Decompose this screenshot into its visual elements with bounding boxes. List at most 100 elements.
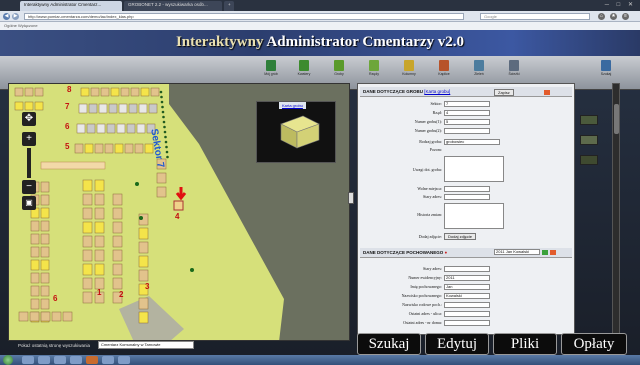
cemetery-map[interactable]: ✥ + − ▣ Sektor 7 876543216 Karta grobu bbox=[8, 83, 350, 341]
grave-plot[interactable] bbox=[94, 221, 105, 234]
new-tab-button[interactable]: + bbox=[224, 1, 234, 11]
tool-7[interactable]: Ścieżki bbox=[503, 60, 525, 76]
grave-plot[interactable] bbox=[78, 103, 88, 114]
grave-plot[interactable] bbox=[130, 87, 140, 97]
grave-plot[interactable] bbox=[96, 123, 106, 134]
browser-tab[interactable]: GROBONET 2.2 - wyszukiwarka osób... bbox=[124, 1, 222, 11]
layers-icon[interactable]: ▣ bbox=[22, 196, 36, 210]
person-field-input[interactable] bbox=[444, 302, 490, 308]
grave-plot[interactable] bbox=[14, 101, 24, 111]
grave-plot[interactable] bbox=[34, 87, 44, 97]
zoom-out-button[interactable]: − bbox=[22, 180, 36, 194]
taskbar-app[interactable] bbox=[70, 356, 82, 364]
grave-plot[interactable] bbox=[88, 103, 98, 114]
grave-plot[interactable] bbox=[126, 123, 136, 134]
action-button-pliki[interactable]: Pliki bbox=[493, 333, 557, 355]
grave-plot[interactable] bbox=[30, 233, 40, 245]
grave-plot[interactable] bbox=[94, 249, 105, 262]
grave-plot[interactable] bbox=[150, 87, 160, 97]
grave-plot[interactable] bbox=[40, 272, 50, 284]
grave-plot[interactable] bbox=[82, 193, 93, 206]
grave-plot[interactable] bbox=[40, 259, 50, 271]
taskbar-app[interactable] bbox=[38, 356, 50, 364]
zoom-in-button[interactable]: + bbox=[22, 132, 36, 146]
window-controls[interactable]: ─ □ ✕ bbox=[605, 1, 636, 8]
grave-plot[interactable] bbox=[82, 235, 93, 248]
grave-card-tab[interactable]: Karta grobu bbox=[279, 102, 306, 109]
person-field-input[interactable]: 2011 bbox=[444, 275, 490, 281]
add-person-icon[interactable] bbox=[542, 250, 548, 255]
grave-plot[interactable] bbox=[40, 298, 50, 310]
grave-plot[interactable] bbox=[156, 186, 167, 198]
free-places-input[interactable] bbox=[444, 186, 490, 192]
taskbar-app[interactable] bbox=[54, 356, 66, 364]
tool-1[interactable]: Kwatery bbox=[293, 60, 315, 76]
grave-plot[interactable] bbox=[106, 123, 116, 134]
grave-plot[interactable] bbox=[116, 123, 126, 134]
grave-plot[interactable] bbox=[98, 103, 108, 114]
tool-8[interactable]: Szukaj bbox=[595, 60, 617, 76]
grave-plot[interactable] bbox=[112, 193, 123, 206]
grave-plot[interactable] bbox=[24, 87, 34, 97]
grave-plot[interactable] bbox=[94, 263, 105, 276]
person-field-input[interactable] bbox=[444, 320, 490, 326]
zoom-slider[interactable] bbox=[27, 148, 31, 178]
pan-control-icon[interactable]: ✥ bbox=[22, 112, 36, 126]
grave-plot[interactable] bbox=[86, 123, 96, 134]
grave-plot[interactable] bbox=[40, 194, 50, 206]
grave-plot[interactable] bbox=[24, 101, 34, 111]
action-button-szukaj[interactable]: Szukaj bbox=[357, 333, 421, 355]
photo-thumbnail[interactable] bbox=[580, 135, 598, 145]
grave-plot[interactable] bbox=[138, 255, 149, 268]
grave-plot[interactable] bbox=[82, 179, 93, 192]
person-field-input[interactable]: Kowalski bbox=[444, 293, 490, 299]
remove-person-icon[interactable] bbox=[550, 250, 556, 255]
grave-plot[interactable] bbox=[136, 123, 146, 134]
grave-plot[interactable] bbox=[94, 207, 105, 220]
grave-type-select[interactable]: grobowiec bbox=[444, 139, 500, 145]
photo-thumbnail[interactable] bbox=[580, 155, 598, 165]
grave-plot[interactable] bbox=[112, 263, 123, 276]
grave-field-input[interactable] bbox=[444, 128, 490, 134]
grave-plot[interactable] bbox=[134, 143, 144, 154]
grave-plot[interactable] bbox=[18, 311, 29, 322]
grave-plot[interactable] bbox=[40, 207, 50, 219]
grave-plot[interactable] bbox=[30, 259, 40, 271]
add-photo-button[interactable]: Dodaj zdjęcie bbox=[444, 233, 477, 240]
grave-plot[interactable] bbox=[128, 103, 138, 114]
grave-plot[interactable] bbox=[51, 311, 62, 322]
grave-plot[interactable] bbox=[140, 87, 150, 97]
grave-plot[interactable] bbox=[40, 285, 50, 297]
grave-plot[interactable] bbox=[118, 103, 128, 114]
grave-plot[interactable] bbox=[82, 291, 93, 304]
home-icon[interactable]: ⌂ bbox=[598, 13, 605, 20]
grave-plot[interactable] bbox=[138, 311, 149, 324]
scrollbar-thumb[interactable] bbox=[614, 104, 619, 134]
grave-plot[interactable] bbox=[80, 87, 90, 97]
grave-plot[interactable] bbox=[30, 220, 40, 232]
grave-plot[interactable] bbox=[108, 103, 118, 114]
grave-plot[interactable] bbox=[94, 143, 104, 154]
history-textarea[interactable] bbox=[444, 203, 504, 229]
action-button-opłaty[interactable]: Opłaty bbox=[561, 333, 627, 355]
grave-field-input[interactable]: 4 bbox=[444, 110, 490, 116]
grave-plot[interactable] bbox=[138, 241, 149, 254]
grave-plot[interactable] bbox=[29, 311, 40, 322]
taskbar-app[interactable] bbox=[118, 356, 130, 364]
browser-tab-active[interactable]: Interaktywny Administrator Cmentarz... bbox=[20, 1, 122, 11]
menu-icon[interactable]: ≡ bbox=[622, 13, 629, 20]
grave-plot[interactable] bbox=[82, 263, 93, 276]
forward-icon[interactable]: ▶ bbox=[12, 13, 19, 20]
photo-thumbnail[interactable] bbox=[580, 115, 598, 125]
taskbar-app[interactable] bbox=[22, 356, 34, 364]
grave-plot[interactable] bbox=[40, 220, 50, 232]
old-address-input[interactable] bbox=[444, 194, 490, 200]
url-input[interactable]: http://www.pomiar-cmentarza.com/demo/iac… bbox=[24, 13, 464, 20]
tool-0[interactable]: Mój grób bbox=[260, 60, 282, 76]
grave-plot[interactable] bbox=[30, 246, 40, 258]
grave-plot[interactable] bbox=[114, 143, 124, 154]
back-icon[interactable]: ◀ bbox=[3, 13, 10, 20]
grave-plot[interactable] bbox=[82, 207, 93, 220]
form-scrollbar[interactable] bbox=[612, 83, 620, 335]
grave-plot[interactable] bbox=[82, 277, 93, 290]
